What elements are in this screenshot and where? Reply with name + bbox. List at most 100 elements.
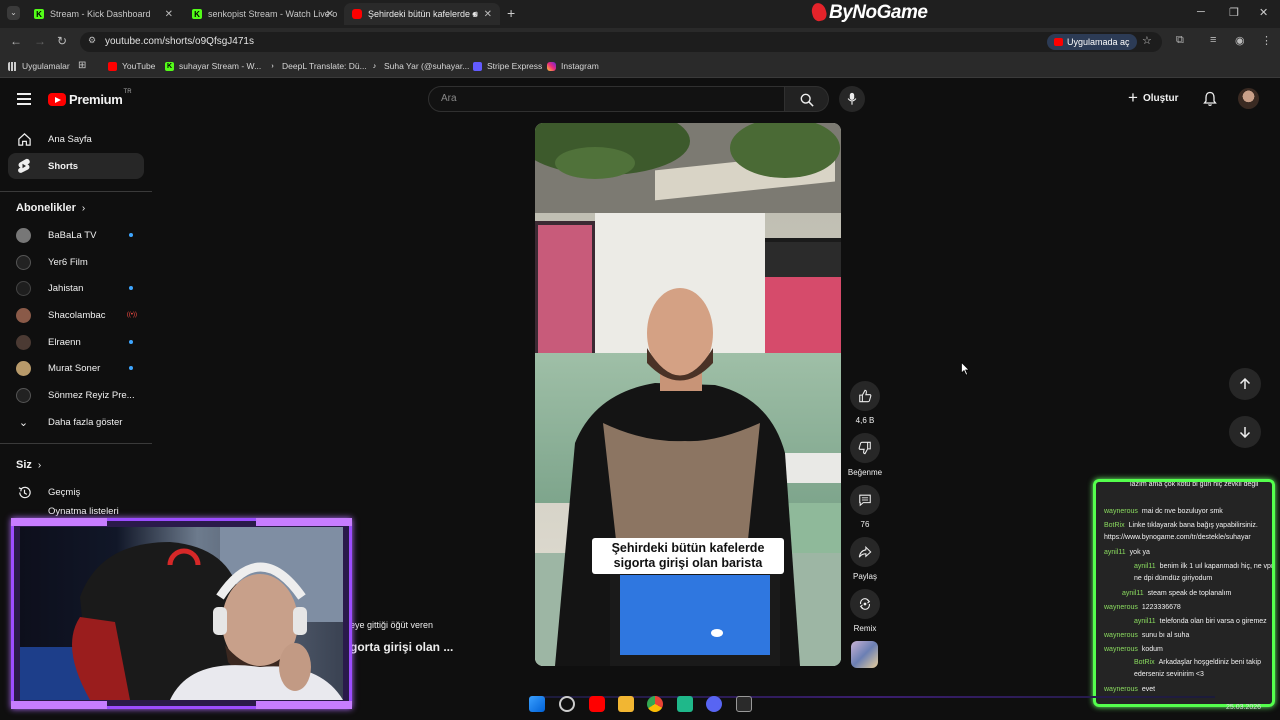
tab-groups-icon[interactable]: ⊞ <box>78 60 86 71</box>
chat-message: waynerous sunu bı al suha <box>1104 630 1272 642</box>
chrome-icon[interactable] <box>647 696 663 712</box>
extensions-icon[interactable]: ⧉ <box>1176 34 1184 47</box>
voice-search-button[interactable] <box>839 86 865 112</box>
minimize-icon[interactable]: ─ <box>1197 6 1205 18</box>
history-icon <box>16 484 32 500</box>
youtube-premium-logo[interactable]: Premium TR <box>48 89 132 107</box>
forward-icon[interactable]: → <box>34 34 46 48</box>
subscriptions-heading[interactable]: Abonelikler › <box>16 202 85 214</box>
menu-icon[interactable]: ⋮ <box>1261 34 1272 47</box>
subscription-yer6-film[interactable]: Yer6 Film <box>16 253 136 271</box>
channel-name: Yer6 Film <box>48 256 88 268</box>
search-button[interactable] <box>785 86 829 112</box>
chat-text: kodum <box>1141 646 1163 653</box>
youtube-app-icon[interactable] <box>589 696 605 712</box>
tab-senkopist-stream[interactable]: K senkopist Stream - Watch Live o ✕ <box>184 3 342 25</box>
close-tab-icon[interactable]: ✕ <box>165 9 173 20</box>
dislike-label: Beğenme <box>847 468 883 477</box>
back-icon[interactable]: ← <box>10 34 22 48</box>
new-tab-icon[interactable]: + <box>507 5 515 21</box>
close-window-icon[interactable]: ✕ <box>1259 6 1268 19</box>
home-icon <box>16 131 32 147</box>
remix-button[interactable]: Remix <box>849 589 881 633</box>
bookmark-tiktok[interactable]: ♪ Suha Yar (@suhayar... <box>370 61 470 71</box>
subscription-elraenn[interactable]: Elraenn <box>16 333 136 351</box>
kick-icon: K <box>192 9 202 19</box>
sound-thumbnail[interactable] <box>851 641 878 668</box>
sidebar-divider <box>0 443 152 444</box>
like-button[interactable]: 4,6 B <box>849 381 881 425</box>
previous-short-button[interactable] <box>1229 368 1261 400</box>
bookmark-kick[interactable]: K suhayar Stream - W... <box>165 61 261 71</box>
sidebar-item-home[interactable]: Ana Sayfa <box>8 126 144 152</box>
next-short-button[interactable] <box>1229 416 1261 448</box>
share-button[interactable]: Paylaş <box>849 537 881 581</box>
channel-name: Jahistan <box>48 282 84 294</box>
subscription-murat-soner[interactable]: Murat Soner <box>16 359 136 377</box>
sidebar-item-label: Oynatma listeleri <box>48 506 119 517</box>
close-tab-icon[interactable]: ✕ <box>326 9 334 20</box>
bookmark-stripe[interactable]: Stripe Express <box>473 61 542 71</box>
windows-start-icon[interactable] <box>529 696 545 712</box>
bookmark-instagram[interactable]: Instagram <box>547 61 599 71</box>
subscription-jahistan[interactable]: Jahistan <box>16 279 136 297</box>
bookmark-deepl[interactable]: › DeepL Translate: Dü... <box>268 61 367 71</box>
subscription-babala-tv[interactable]: BaBaLa TV <box>16 226 136 244</box>
guide-menu-icon[interactable] <box>17 93 31 105</box>
search-input[interactable] <box>429 87 784 110</box>
address-bar-row: ← → ↻ ⚙ youtube.com/shorts/o9QfsgJ471s U… <box>0 28 1280 56</box>
search-icon <box>800 93 814 107</box>
sidebar-item-shorts[interactable]: Shorts <box>8 153 144 179</box>
tab-kick-dashboard[interactable]: K Stream - Kick Dashboard ✕ <box>26 3 181 25</box>
reload-icon[interactable]: ↻ <box>57 34 67 48</box>
subscriptions-heading-text: Abonelikler <box>16 202 76 214</box>
dislike-button[interactable]: Beğenme <box>848 433 882 477</box>
youtube-play-icon <box>48 93 66 106</box>
notifications-bell-icon[interactable] <box>1202 91 1218 107</box>
chat-message: waynerous mai dc nve bozuluyor smk <box>1104 506 1272 518</box>
tab-youtube-short[interactable]: Şehirdeki bütün kafelerde s 🔊︎ ✕ <box>344 3 500 25</box>
chevron-down-icon: ⌄ <box>18 416 29 429</box>
background-video-title: gorta girişi olan ... <box>350 640 454 654</box>
profile-icon[interactable]: ◉ <box>1235 34 1245 47</box>
bookmark-youtube[interactable]: YouTube <box>108 61 155 71</box>
epic-games-icon[interactable] <box>736 696 752 712</box>
show-more-subscriptions[interactable]: ⌄ Daha fazla göster <box>16 413 136 431</box>
bookmark-label: suhayar Stream - W... <box>179 61 262 71</box>
url-text[interactable]: youtube.com/shorts/o9QfsgJ471s <box>105 36 254 47</box>
tab-search-chevron-icon[interactable]: ⌄ <box>7 6 20 20</box>
mouse-cursor-icon <box>961 362 970 376</box>
chat-username: BotRix <box>1104 522 1125 529</box>
account-avatar[interactable] <box>1238 88 1259 109</box>
speedometer-icon[interactable] <box>559 696 575 712</box>
create-button[interactable]: + Oluştur <box>1128 89 1179 106</box>
thumbs-up-icon <box>859 389 872 403</box>
sidebar-item-history[interactable]: Geçmiş <box>8 479 144 505</box>
speaker-icon[interactable]: 🔊︎ <box>472 9 478 20</box>
bookmark-label: Suha Yar (@suhayar... <box>384 61 470 71</box>
restore-icon[interactable]: ❐ <box>1229 6 1239 19</box>
omnibox[interactable]: ⚙ youtube.com/shorts/o9QfsgJ471s Uygulam… <box>80 32 1162 52</box>
comments-button[interactable]: 76 <box>849 485 881 529</box>
subscription-shacolambac[interactable]: Shacolambac ((•)) <box>16 306 137 324</box>
arrow-down-icon <box>1239 427 1251 438</box>
chat-text: mai dc nve bozuluyor smk <box>1141 508 1223 515</box>
discord-icon[interactable] <box>706 696 722 712</box>
subscription-sonmez-reyiz[interactable]: Sönmez Reyiz Pre... <box>16 386 136 404</box>
app-icon[interactable] <box>677 696 693 712</box>
bookmark-apps[interactable]: Uygulamalar <box>8 61 70 71</box>
site-info-icon[interactable]: ⚙ <box>88 35 96 46</box>
close-tab-icon[interactable]: ✕ <box>484 9 492 20</box>
you-heading[interactable]: Siz › <box>16 459 41 471</box>
chat-text: sunu bı al suha <box>1141 632 1190 639</box>
webcam-feed <box>20 527 343 700</box>
bookmark-star-icon[interactable]: ☆ <box>1142 34 1152 47</box>
file-explorer-icon[interactable] <box>618 696 634 712</box>
youtube-icon <box>108 61 117 71</box>
shorts-video-player[interactable] <box>535 123 841 666</box>
bookmark-label: DeepL Translate: Dü... <box>282 61 367 71</box>
media-controls-icon[interactable]: ≡ <box>1210 34 1216 46</box>
open-in-app-button[interactable]: Uygulamada aç <box>1047 34 1137 50</box>
bynogame-logo: ByNoGame <box>809 1 928 24</box>
channel-avatar <box>16 307 31 323</box>
